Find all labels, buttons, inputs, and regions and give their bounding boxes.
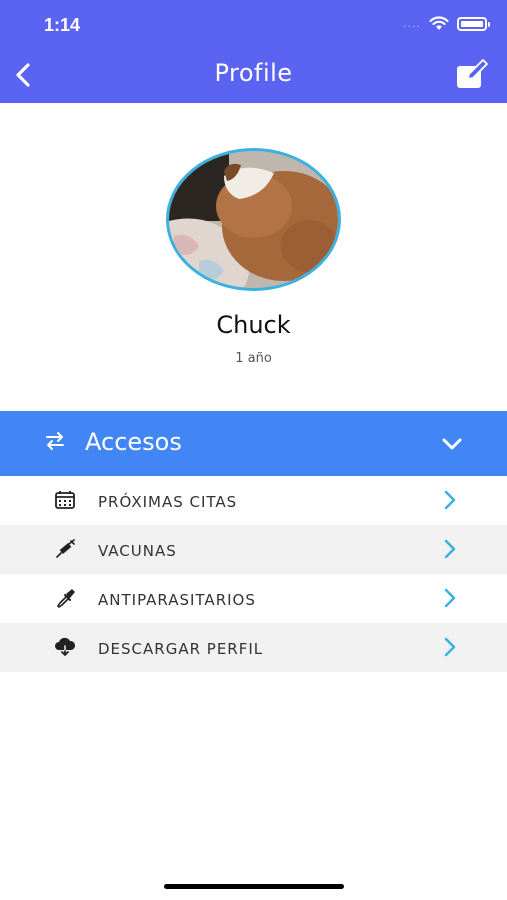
cloud-download-icon (55, 637, 76, 656)
dropper-icon (57, 589, 75, 608)
pet-name: Chuck (216, 311, 291, 339)
battery-icon (457, 16, 490, 31)
signal-icon: .... (403, 17, 421, 30)
syringe-icon (56, 539, 75, 558)
menu-item-label: DESCARGAR PERFIL (98, 640, 264, 658)
wifi-icon (429, 16, 449, 30)
swap-arrows-icon (46, 432, 64, 450)
menu-item-antiparasitarios[interactable]: ANTIPARASITARIOS (0, 574, 507, 623)
accesos-label: Accesos (85, 428, 182, 456)
chevron-right-icon (444, 637, 456, 657)
menu-item-vacunas[interactable]: VACUNAS (0, 525, 507, 574)
menu-item-descargar-perfil[interactable]: DESCARGAR PERFIL (0, 623, 507, 672)
chevron-right-icon (444, 588, 456, 608)
home-indicator[interactable] (164, 884, 344, 889)
calendar-icon (55, 491, 75, 509)
pet-age: 1 año (235, 351, 272, 366)
status-icons: .... (403, 16, 490, 31)
chevron-right-icon (444, 490, 456, 510)
status-time: 1:14 (44, 15, 81, 35)
page-title: Profile (214, 59, 293, 87)
menu-item-label: PRÓXIMAS CITAS (98, 493, 238, 511)
pet-avatar[interactable] (166, 148, 341, 291)
app-header: 1:14 .... Profile (0, 0, 507, 103)
chevron-right-icon (444, 539, 456, 559)
edit-button[interactable] (455, 58, 489, 90)
pet-photo (169, 151, 338, 288)
accesos-header[interactable]: Accesos (0, 411, 507, 476)
menu-item-label: VACUNAS (98, 542, 177, 560)
menu-item-label: ANTIPARASITARIOS (98, 591, 256, 609)
chevron-down-icon (442, 438, 462, 450)
menu-item-proximas-citas[interactable]: PRÓXIMAS CITAS (0, 476, 507, 525)
